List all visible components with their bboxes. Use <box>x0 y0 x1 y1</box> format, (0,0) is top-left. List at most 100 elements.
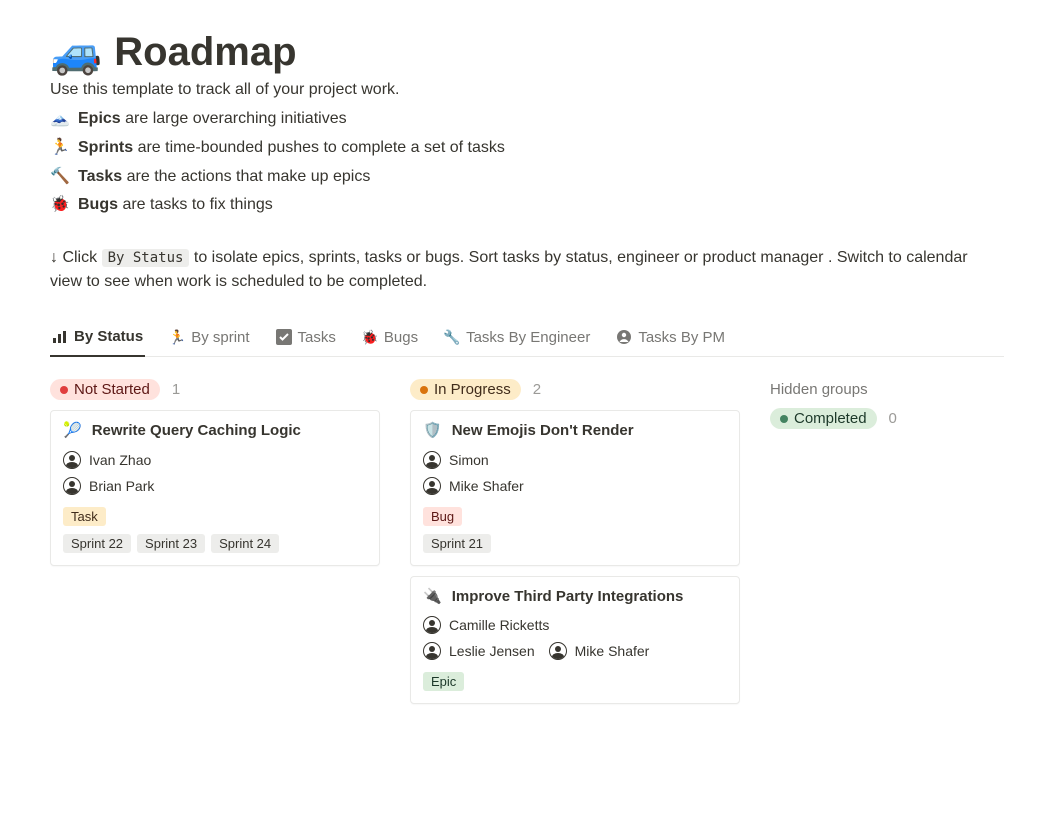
card-emoji-icon: 🎾 <box>63 421 82 441</box>
avatar-icon <box>63 477 81 495</box>
tag-epic[interactable]: Epic <box>423 672 464 691</box>
view-hint: ↓ Click By Status to isolate epics, spri… <box>50 246 1004 294</box>
user-icon <box>616 329 632 345</box>
tab-by-sprint[interactable]: 🏃 By sprint <box>167 323 251 356</box>
page-header: 🚙 Roadmap Use this template to track all… <box>50 30 1004 294</box>
tab-by-status[interactable]: By Status <box>50 322 145 357</box>
bug-icon: 🐞 <box>362 329 378 345</box>
glossary-emoji: 🐞 <box>50 191 70 220</box>
tag-sprint-22[interactable]: Sprint 22 <box>63 534 131 553</box>
tab-bugs[interactable]: 🐞 Bugs <box>360 323 420 356</box>
people-row: Leslie Jensen Mike Shafer <box>423 642 727 668</box>
hidden-group-count: 0 <box>889 410 897 427</box>
assignee-name: Ivan Zhao <box>89 452 151 468</box>
glossary-row: 🏃 Sprints are time-bounded pushes to com… <box>50 134 1004 163</box>
page-emoji: 🚙 <box>50 32 102 74</box>
status-label: Completed <box>794 410 867 427</box>
avatar-icon <box>63 451 81 469</box>
board-card[interactable]: 🎾 Rewrite Query Caching Logic Ivan Zhao … <box>50 410 380 566</box>
assignee[interactable]: Simon <box>423 451 489 469</box>
avatar-icon <box>423 477 441 495</box>
card-title: Rewrite Query Caching Logic <box>92 421 301 441</box>
tab-label: By Status <box>74 328 143 345</box>
tab-label: Tasks By Engineer <box>466 329 590 346</box>
sprint-tags: Sprint 22 Sprint 23 Sprint 24 <box>63 534 367 553</box>
glossary-desc: are time-bounded pushes to complete a se… <box>138 139 505 156</box>
hint-code: By Status <box>102 249 190 267</box>
tag-sprint-23[interactable]: Sprint 23 <box>137 534 205 553</box>
card-emoji-icon: 🔌 <box>423 587 442 607</box>
hidden-groups-title: Hidden groups <box>770 381 868 398</box>
people-row: Simon <box>423 451 727 477</box>
card-emoji-icon: 🛡️ <box>423 421 442 441</box>
glossary-row: 🐞 Bugs are tasks to fix things <box>50 191 1004 220</box>
column-count: 2 <box>533 381 541 398</box>
status-pill[interactable]: In Progress <box>410 379 521 400</box>
wrench-icon: 🔧 <box>444 329 460 345</box>
card-title: New Emojis Don't Render <box>452 421 634 441</box>
status-pill[interactable]: Completed <box>770 408 877 429</box>
board-icon <box>52 329 68 345</box>
board-card[interactable]: 🔌 Improve Third Party Integrations Camil… <box>410 576 740 705</box>
tag-bug[interactable]: Bug <box>423 507 462 526</box>
glossary-term: Sprints <box>78 139 133 156</box>
glossary-desc: are tasks to fix things <box>122 196 272 213</box>
people-row: Ivan Zhao <box>63 451 367 477</box>
assignee-name: Leslie Jensen <box>449 643 535 659</box>
avatar-icon <box>423 642 441 660</box>
column-count: 1 <box>172 381 180 398</box>
type-tags: Task <box>63 507 367 526</box>
assignee[interactable]: Leslie Jensen <box>423 642 535 660</box>
type-tags: Bug <box>423 507 727 526</box>
assignee-name: Camille Ricketts <box>449 617 549 633</box>
glossary-list: 🗻 Epics are large overarching initiative… <box>50 105 1004 220</box>
status-pill[interactable]: Not Started <box>50 379 160 400</box>
assignee[interactable]: Mike Shafer <box>423 477 524 495</box>
hidden-groups-column: Hidden groups Completed 0 <box>770 379 990 439</box>
status-dot-icon <box>780 415 788 423</box>
avatar-icon <box>423 616 441 634</box>
card-title: Improve Third Party Integrations <box>452 587 684 607</box>
tag-task[interactable]: Task <box>63 507 106 526</box>
view-tabs: By Status 🏃 By sprint Tasks 🐞 Bugs 🔧 Tasks … <box>50 322 1004 357</box>
glossary-desc: are large overarching initiatives <box>125 110 346 127</box>
assignee[interactable]: Camille Ricketts <box>423 616 549 634</box>
tab-label: By sprint <box>191 329 249 346</box>
assignee[interactable]: Ivan Zhao <box>63 451 151 469</box>
status-dot-icon <box>420 386 428 394</box>
glossary-emoji: 🏃 <box>50 134 70 163</box>
people-row: Mike Shafer <box>423 477 727 503</box>
runner-icon: 🏃 <box>169 329 185 345</box>
assignee-name: Brian Park <box>89 478 154 494</box>
tab-label: Tasks By PM <box>638 329 725 346</box>
status-label: In Progress <box>434 381 511 398</box>
assignee[interactable]: Brian Park <box>63 477 154 495</box>
tab-tasks-by-pm[interactable]: Tasks By PM <box>614 323 727 356</box>
column-header: Not Started 1 <box>50 379 380 400</box>
hidden-group-row[interactable]: Completed 0 <box>770 408 990 429</box>
tab-tasks-by-engineer[interactable]: 🔧 Tasks By Engineer <box>442 323 592 356</box>
page-title: Roadmap <box>114 30 296 75</box>
tag-sprint-21[interactable]: Sprint 21 <box>423 534 491 553</box>
avatar-icon <box>423 451 441 469</box>
glossary-row: 🔨 Tasks are the actions that make up epi… <box>50 163 1004 192</box>
people-row: Brian Park <box>63 477 367 503</box>
type-tags: Epic <box>423 672 727 691</box>
hint-pre: ↓ Click <box>50 249 102 266</box>
assignee[interactable]: Mike Shafer <box>549 642 650 660</box>
hidden-groups-header: Hidden groups <box>770 381 990 398</box>
glossary-term: Tasks <box>78 168 122 185</box>
tag-sprint-24[interactable]: Sprint 24 <box>211 534 279 553</box>
glossary-emoji: 🗻 <box>50 105 70 134</box>
people-row: Camille Ricketts <box>423 616 727 642</box>
glossary-term: Bugs <box>78 196 118 213</box>
board-card[interactable]: 🛡️ New Emojis Don't Render Simon Mike Sh… <box>410 410 740 566</box>
page-intro: Use this template to track all of your p… <box>50 81 1004 99</box>
board-column: Not Started 1 🎾 Rewrite Query Caching Lo… <box>50 379 380 576</box>
glossary-emoji: 🔨 <box>50 163 70 192</box>
glossary-row: 🗻 Epics are large overarching initiative… <box>50 105 1004 134</box>
glossary-desc: are the actions that make up epics <box>127 168 371 185</box>
tab-label: Tasks <box>298 329 336 346</box>
tab-tasks[interactable]: Tasks <box>274 323 338 356</box>
tab-label: Bugs <box>384 329 418 346</box>
